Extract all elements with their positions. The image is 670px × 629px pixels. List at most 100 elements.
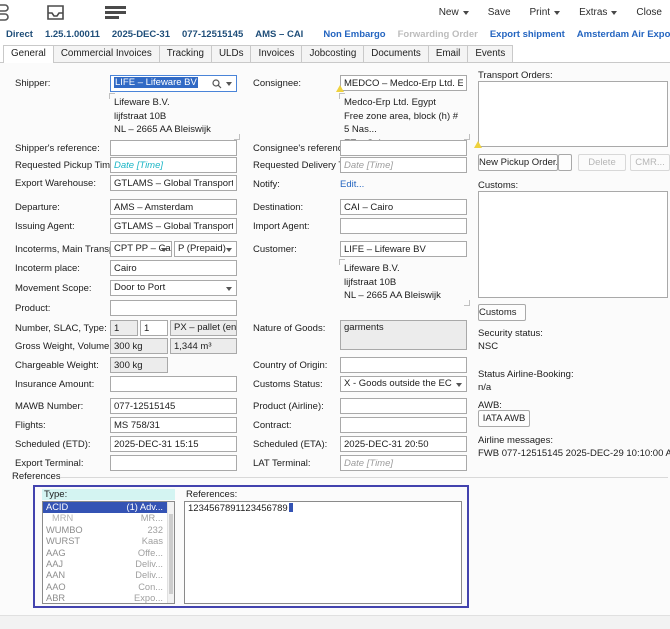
tab-general[interactable]: General: [3, 45, 54, 63]
tab-commercial-invoices[interactable]: Commercial Invoices: [53, 45, 160, 62]
list-item-aag[interactable]: AAGOffe...: [43, 548, 174, 559]
notify-edit-link[interactable]: Edit...: [340, 179, 364, 190]
reference-type-list[interactable]: ACID(1) Adv... MRNMR... WUMBO232 WURSTKa…: [42, 501, 175, 604]
tab-invoices[interactable]: Invoices: [250, 45, 302, 62]
consignee-reference-input[interactable]: [340, 140, 467, 156]
flights-label: Flights:: [15, 420, 46, 431]
number-input[interactable]: [110, 320, 138, 336]
export-terminal-label: Export Terminal:: [15, 458, 83, 469]
scheduled-eta-input[interactable]: [340, 436, 467, 452]
scrollbar[interactable]: [167, 502, 174, 603]
status-branch: Amsterdam Air Export: [577, 29, 670, 40]
chevron-down-icon: [161, 248, 167, 252]
incoterm-place-input[interactable]: [110, 260, 237, 276]
product-airline-input[interactable]: [340, 398, 467, 414]
number-slac-type-label: Number, SLAC, Type:: [15, 323, 107, 334]
toolbar: New Save Print Extras Close: [0, 0, 670, 25]
print-button-label: Print: [530, 7, 551, 18]
contract-input[interactable]: [340, 417, 467, 433]
tab-tracking[interactable]: Tracking: [159, 45, 212, 62]
gross-weight-input[interactable]: [110, 338, 168, 354]
destination-input[interactable]: [340, 199, 467, 215]
insurance-amount-label: Insurance Amount:: [15, 379, 94, 390]
search-icon[interactable]: [212, 79, 222, 89]
new-button[interactable]: New: [439, 7, 469, 18]
new-button-label: New: [439, 7, 459, 18]
product-input[interactable]: [110, 300, 237, 316]
chevron-down-icon: [226, 82, 232, 86]
iata-awb-button[interactable]: IATA AWB: [478, 410, 530, 427]
mawb-number-input[interactable]: [110, 398, 237, 414]
product-airline-label: Product (Airline):: [253, 401, 324, 412]
print-button[interactable]: Print: [530, 7, 561, 18]
list-item-mrn[interactable]: MRNMR...: [43, 513, 174, 524]
warning-triangle-icon: [336, 85, 344, 92]
package-type-select[interactable]: PX – pallet (en): [170, 320, 237, 336]
country-of-origin-input[interactable]: [340, 357, 467, 373]
air-export-shipment-window: New Save Print Extras Close Direct 1.25.…: [0, 0, 670, 629]
customer-input[interactable]: [340, 241, 467, 257]
insurance-amount-input[interactable]: [110, 376, 237, 392]
extras-button[interactable]: Extras: [579, 7, 617, 18]
tab-jobcosting[interactable]: Jobcosting: [301, 45, 364, 62]
tab-strip: General Commercial Invoices Tracking ULD…: [0, 45, 670, 63]
lat-terminal-input[interactable]: [340, 455, 467, 471]
requested-pickup-time-input[interactable]: [110, 157, 237, 173]
airline-message-text: FWB 077-12515145 2025-DEC-29 10:10:00 AW…: [478, 448, 670, 459]
list-item-aaj[interactable]: AAJDeliv...: [43, 559, 174, 570]
tab-email[interactable]: Email: [428, 45, 469, 62]
incoterms-select[interactable]: CPT PP – Car...: [110, 241, 172, 257]
list-item-aao[interactable]: AAOCon...: [43, 582, 174, 593]
shipper-combo[interactable]: LIFE – Lifeware BV: [110, 75, 237, 92]
save-button[interactable]: Save: [488, 7, 511, 18]
shipper-address: Lifeware B.V. lijfstraat 10B NL – 2665 A…: [114, 96, 235, 137]
customs-list[interactable]: [478, 191, 668, 298]
new-pickup-order-button[interactable]: New Pickup Order...: [478, 154, 558, 171]
customs-label: Customs:: [478, 180, 518, 191]
shipment-status-bar: Direct 1.25.1.00011 2025-DEC-31 077-1251…: [0, 25, 670, 44]
list-item-wumbo[interactable]: WUMBO232: [43, 525, 174, 536]
nature-of-goods-field[interactable]: garments: [340, 320, 467, 350]
list-item-aan[interactable]: AANDeliv...: [43, 570, 174, 581]
shipper-reference-input[interactable]: [110, 140, 237, 156]
export-warehouse-input[interactable]: [110, 175, 237, 191]
requested-delivery-time-input[interactable]: [340, 157, 467, 173]
issuing-agent-input[interactable]: [110, 218, 237, 234]
movement-scope-select[interactable]: Door to Port: [110, 280, 237, 296]
transport-orders-list[interactable]: [478, 81, 668, 147]
flights-input[interactable]: [110, 417, 237, 433]
menu-icon[interactable]: [105, 6, 126, 19]
export-terminal-input[interactable]: [110, 455, 237, 471]
import-agent-input[interactable]: [340, 218, 467, 234]
payment-select[interactable]: P (Prepaid): [174, 241, 237, 257]
chargeable-weight-input[interactable]: [110, 357, 168, 373]
tab-ulds[interactable]: ULDs: [211, 45, 252, 62]
new-pickup-order-dropdown[interactable]: [558, 154, 572, 171]
list-item-abr[interactable]: ABRExpo...: [43, 593, 174, 604]
mawb-number-label: MAWB Number:: [15, 401, 83, 412]
scrollbar-thumb[interactable]: [169, 514, 173, 594]
movement-scope-value: Door to Port: [114, 282, 165, 293]
slac-input[interactable]: [140, 320, 168, 336]
status-shipment-type: Export shipment: [490, 29, 565, 40]
references-group-title: References: [12, 471, 61, 482]
tab-documents[interactable]: Documents: [363, 45, 429, 62]
list-item-wurst[interactable]: WURSTKaas: [43, 536, 174, 547]
customs-status-value: X - Goods outside the EC: [344, 378, 452, 389]
scheduled-etd-input[interactable]: [110, 436, 237, 452]
references-textarea[interactable]: 1234567891123456789: [184, 501, 462, 604]
consignee-input[interactable]: [340, 75, 467, 91]
close-button[interactable]: Close: [636, 7, 662, 18]
chevron-down-icon: [226, 248, 232, 252]
volume-input[interactable]: [170, 338, 237, 354]
customs-status-select[interactable]: X - Goods outside the EC: [340, 376, 467, 392]
departure-input[interactable]: [110, 199, 237, 215]
shipper-reference-label: Shipper's reference:: [15, 143, 100, 154]
inbox-icon[interactable]: [46, 5, 65, 20]
status-route: AMS – CAI: [255, 29, 303, 40]
tab-events[interactable]: Events: [467, 45, 513, 62]
list-item-acid[interactable]: ACID(1) Adv...: [43, 502, 174, 513]
close-button-label: Close: [636, 7, 662, 18]
scheduled-etd-label: Scheduled (ETD):: [15, 439, 91, 450]
customs-dropdown-button[interactable]: Customs: [478, 304, 526, 321]
